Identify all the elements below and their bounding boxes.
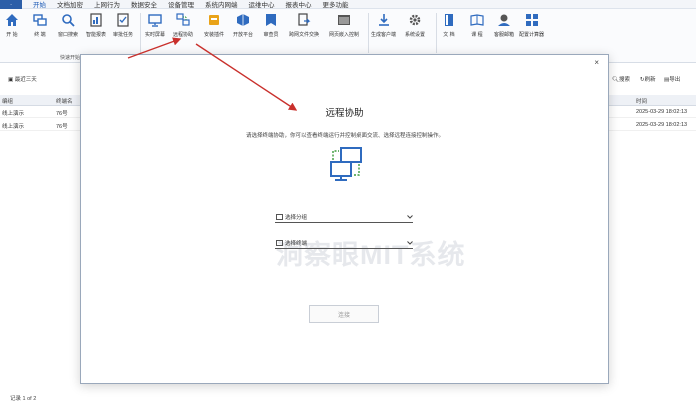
file-exchange-icon bbox=[296, 12, 312, 28]
ribbon-label: 跨网文件交换 bbox=[289, 32, 320, 38]
support-icon bbox=[496, 12, 512, 28]
column-header[interactable]: 时间 bbox=[636, 97, 647, 105]
ribbon-button-open-platform[interactable]: 开放平台 bbox=[233, 12, 253, 38]
group-select-label: 选择分组 bbox=[285, 215, 308, 221]
menu-system-network[interactable]: 系统内网端 bbox=[205, 0, 238, 9]
export-button[interactable]: ▤导出 bbox=[664, 75, 680, 83]
course-icon bbox=[469, 12, 485, 28]
ribbon-label: 远程协助 bbox=[173, 32, 194, 38]
menu-doc-encrypt[interactable]: 文档加密 bbox=[57, 0, 83, 9]
remote-assist-dialog: × 远程协助 请选择终端协助，你可以查看终端运行并控制桌面交流、选择远程连接控制… bbox=[80, 54, 609, 384]
ribbon-label: 窗口搜索 bbox=[58, 32, 79, 38]
ribbon-button-course[interactable]: 课 程 bbox=[469, 12, 485, 38]
column-header[interactable]: 终端名 bbox=[56, 97, 73, 105]
ribbon-separator bbox=[140, 13, 141, 53]
ribbon-label: 智能报表 bbox=[86, 32, 107, 38]
ribbon-label: 生成客户端 bbox=[371, 32, 397, 38]
approval-icon bbox=[115, 12, 131, 28]
calculator-icon bbox=[524, 12, 540, 28]
web-embed-icon bbox=[336, 12, 352, 28]
menu-web-behavior[interactable]: 上网行为 bbox=[94, 0, 120, 9]
search-button[interactable]: 🔍︎搜索 bbox=[612, 75, 630, 83]
ribbon-label: 开 始 bbox=[6, 32, 18, 38]
column-header[interactable]: 编组 bbox=[2, 97, 13, 105]
ribbon-button-terminal[interactable]: 终 端 bbox=[32, 12, 48, 38]
ribbon-button-realtime-screen[interactable]: 实时屏幕 bbox=[145, 12, 165, 38]
range-filter[interactable]: ▣ 最近三天 bbox=[8, 75, 37, 83]
table-cell: 76号 bbox=[56, 124, 68, 130]
ribbon-label: 网页嵌入控制 bbox=[329, 32, 360, 38]
ribbon-separator bbox=[436, 13, 437, 53]
ribbon-button-generate-client[interactable]: 生成客户端 bbox=[371, 12, 396, 38]
chevron-down-icon bbox=[407, 214, 413, 220]
close-icon[interactable]: × bbox=[594, 58, 599, 67]
terminal-select-label: 选择终端 bbox=[285, 241, 308, 247]
terminal-icon bbox=[276, 240, 283, 246]
ribbon-button-approval[interactable]: 审批任务 bbox=[113, 12, 133, 38]
ribbon-separator bbox=[368, 13, 369, 53]
ribbon-button-install-plugin[interactable]: 安装插件 bbox=[204, 12, 224, 38]
menu-ops-center[interactable]: 运维中心 bbox=[249, 0, 275, 9]
ribbon-label: 开放平台 bbox=[233, 32, 254, 38]
ribbon-button-smart-report[interactable]: 智能报表 bbox=[86, 12, 106, 38]
remote-desktop-icon bbox=[329, 147, 363, 181]
app-window: ㆍ 开始 文档加密 上网行为 数据安全 设备管理 系统内网端 运维中心 报表中心… bbox=[0, 0, 696, 402]
dialog-description: 请选择终端协助，你可以查看终端运行并控制桌面交流、选择远程连接控制操作。 bbox=[246, 133, 445, 139]
auditor-icon bbox=[263, 12, 279, 28]
home-icon bbox=[4, 12, 20, 28]
table-cell: 2025-03-29 18:02:13 bbox=[636, 122, 688, 128]
ribbon-button-start[interactable]: 开 始 bbox=[4, 12, 20, 38]
ribbon-button-support[interactable]: 客服邮箱 bbox=[494, 12, 514, 38]
ribbon-label: 客服邮箱 bbox=[494, 32, 515, 38]
app-logo[interactable]: ㆍ bbox=[0, 0, 22, 9]
menu-bar: ㆍ 开始 文档加密 上网行为 数据安全 设备管理 系统内网端 运维中心 报表中心… bbox=[0, 0, 696, 10]
ribbon-button-web-embed[interactable]: 网页嵌入控制 bbox=[329, 12, 359, 38]
ribbon-button-document[interactable]: 文 档 bbox=[441, 12, 457, 38]
ribbon-button-file-exchange[interactable]: 跨网文件交换 bbox=[289, 12, 319, 38]
ribbon-label: 配置计算器 bbox=[519, 32, 545, 38]
menu-data-security[interactable]: 数据安全 bbox=[131, 0, 157, 9]
table-cell: 线上演示 bbox=[2, 124, 25, 130]
menu-device-mgmt[interactable]: 设备管理 bbox=[168, 0, 194, 9]
ribbon-button-calculator[interactable]: 配置计算器 bbox=[519, 12, 544, 38]
ribbon-label: 终 端 bbox=[34, 32, 46, 38]
ribbon-group-caption: 快速开始 bbox=[60, 55, 81, 61]
gear-icon bbox=[407, 12, 423, 28]
ribbon-label: 审查员 bbox=[263, 32, 279, 38]
terminal-select[interactable]: 选择终端 bbox=[275, 238, 413, 249]
connect-button[interactable]: 连接 bbox=[309, 305, 379, 323]
ribbon-label: 审批任务 bbox=[113, 32, 134, 38]
report-icon bbox=[88, 12, 104, 28]
menu-more[interactable]: 更多功能 bbox=[323, 0, 349, 9]
ribbon-label: 实时屏幕 bbox=[145, 32, 166, 38]
table-cell: 2025-03-29 18:02:13 bbox=[636, 109, 688, 115]
platform-icon bbox=[235, 12, 251, 28]
ribbon-label: 文 档 bbox=[443, 32, 455, 38]
ribbon-button-remote-assist[interactable]: 远程协助 bbox=[173, 12, 193, 38]
group-select[interactable]: 选择分组 bbox=[275, 212, 413, 223]
download-icon bbox=[376, 12, 392, 28]
dialog-title: 远程协助 bbox=[325, 108, 364, 119]
refresh-button[interactable]: ↻刷新 bbox=[640, 75, 656, 83]
menu-report-center[interactable]: 报表中心 bbox=[286, 0, 312, 9]
ribbon-button-window-search[interactable]: 窗口搜索 bbox=[58, 12, 78, 38]
ribbon-label: 课 程 bbox=[471, 32, 483, 38]
table-cell: 76号 bbox=[56, 111, 68, 117]
terminal-icon bbox=[32, 12, 48, 28]
plugin-icon bbox=[206, 12, 222, 28]
ribbon-button-auditor[interactable]: 审查员 bbox=[263, 12, 279, 38]
chevron-down-icon bbox=[407, 240, 413, 246]
ribbon-button-system-settings[interactable]: 系统设置 bbox=[405, 12, 425, 38]
monitor-icon bbox=[147, 12, 163, 28]
ribbon-label: 安装插件 bbox=[204, 32, 225, 38]
group-icon bbox=[276, 214, 283, 220]
search-icon bbox=[60, 12, 76, 28]
remote-assist-icon bbox=[175, 12, 191, 28]
ribbon-label: 系统设置 bbox=[405, 32, 426, 38]
pagination-status: 记录 1 of 2 bbox=[10, 396, 37, 402]
table-cell: 线上演示 bbox=[2, 111, 25, 117]
doc-icon bbox=[441, 12, 457, 28]
